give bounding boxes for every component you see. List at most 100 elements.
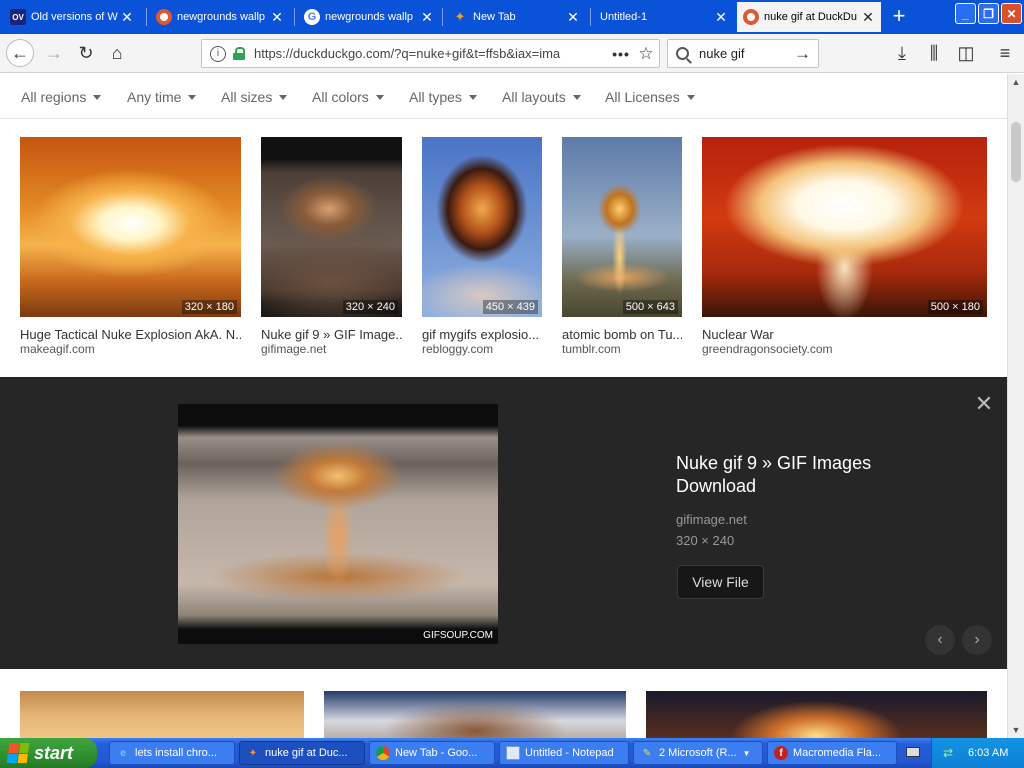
result-image-2[interactable]: 320 × 240 [261, 137, 402, 317]
result-image-5[interactable]: 500 × 180 [702, 137, 987, 317]
result-image-3[interactable]: 450 × 439 [422, 137, 542, 317]
filter-layouts[interactable]: All layouts [502, 89, 581, 105]
keyboard-icon[interactable] [906, 747, 920, 757]
search-icon [676, 47, 689, 60]
result-title[interactable]: Huge Tactical Nuke Explosion AkA. N... [20, 327, 241, 342]
result-source[interactable]: gifimage.net [261, 342, 326, 356]
taskbar-item-ie[interactable]: e lets install chro... [109, 741, 235, 765]
url-text[interactable]: https://duckduckgo.com/?q=nuke+gif&t=ffs… [254, 46, 609, 61]
start-button[interactable]: start [0, 738, 97, 768]
scrollbar-thumb[interactable] [1011, 122, 1021, 182]
caret-down-icon [468, 95, 477, 100]
image-dimensions: 320 × 240 [342, 300, 398, 314]
view-file-button[interactable]: View File [677, 565, 764, 599]
filter-bar: All regions Any time All sizes All color… [0, 74, 1007, 119]
chrome-icon [376, 746, 390, 760]
taskbar-item-notepad[interactable]: Untitled - Notepad [499, 741, 629, 765]
image-dimensions: 450 × 439 [482, 300, 538, 314]
back-arrow-icon[interactable]: ← [6, 39, 34, 67]
browser-search-bar[interactable]: nuke gif → [667, 39, 819, 68]
restore-window-icon[interactable]: ❐ [978, 3, 999, 24]
image-dimensions: 320 × 180 [181, 300, 237, 314]
taskbar-item-label: Macromedia Fla... [793, 747, 882, 759]
search-input[interactable]: nuke gif [699, 46, 794, 61]
result-source[interactable]: makeagif.com [20, 342, 95, 356]
url-bar[interactable]: i https://duckduckgo.com/?q=nuke+gif&t=f… [201, 39, 660, 68]
download-icon[interactable]: ⤓ [888, 39, 916, 67]
image-dimensions: 500 × 180 [927, 300, 983, 314]
result-source[interactable]: greendragonsociety.com [702, 342, 833, 356]
taskbar-item-firefox[interactable]: ✦ nuke gif at Duc... [239, 741, 365, 765]
scroll-up-arrow-icon[interactable]: ▲ [1008, 74, 1024, 90]
taskbar-item-chrome[interactable]: New Tab - Goo... [369, 741, 495, 765]
close-tab-icon[interactable]: ✕ [420, 9, 434, 26]
group-caret-icon: ▼ [742, 748, 751, 758]
tab-nuke-gif-active[interactable]: nuke gif at DuckDu ✕ [737, 2, 881, 32]
caret-down-icon [279, 95, 288, 100]
tab-newgrounds-ddg[interactable]: newgrounds wallp ✕ [150, 2, 290, 32]
close-window-icon[interactable]: ✕ [1001, 3, 1022, 24]
taskbar-item-label: lets install chro... [135, 747, 217, 759]
close-tab-icon[interactable]: ✕ [120, 9, 134, 26]
filter-licenses[interactable]: All Licenses [605, 89, 695, 105]
tab-newgrounds-google[interactable]: G newgrounds wallp ✕ [298, 2, 440, 32]
result-image-7[interactable] [324, 691, 626, 738]
filter-types[interactable]: All types [409, 89, 477, 105]
filter-label: All colors [312, 89, 369, 105]
detail-title[interactable]: Nuke gif 9 » GIF Images Download [676, 452, 916, 498]
tab-title: newgrounds wallp [325, 11, 414, 23]
result-source[interactable]: tumblr.com [562, 342, 621, 356]
forward-arrow-icon[interactable]: → [40, 39, 68, 67]
close-tab-icon[interactable]: ✕ [566, 9, 580, 26]
clock[interactable]: 6:03 AM [968, 747, 1008, 759]
result-title[interactable]: Nuke gif 9 » GIF Image... [261, 327, 402, 342]
filter-time[interactable]: Any time [127, 89, 197, 105]
image-detail-panel: GIFSOUP.COM Nuke gif 9 » GIF Images Down… [0, 377, 1007, 669]
taskbar-item-flash[interactable]: f Macromedia Fla... [767, 741, 897, 765]
library-icon[interactable]: ⫼ [920, 39, 948, 67]
hamburger-menu-icon[interactable]: ≡ [991, 39, 1019, 67]
network-icon[interactable]: ⇄ [940, 745, 956, 761]
filter-sizes[interactable]: All sizes [221, 89, 288, 105]
bookmark-star-icon[interactable]: ☆ [633, 44, 659, 64]
tab-untitled[interactable]: Untitled-1 ✕ [592, 2, 734, 32]
detail-source[interactable]: gifimage.net [676, 512, 747, 527]
info-icon[interactable]: i [210, 45, 226, 62]
previous-image-chevron-icon[interactable]: ‹ [925, 625, 955, 655]
result-image-1[interactable]: 320 × 180 [20, 137, 241, 317]
navigation-toolbar: ← → ↻ ⌂ i https://duckduckgo.com/?q=nuke… [0, 34, 1024, 73]
filter-colors[interactable]: All colors [312, 89, 384, 105]
scroll-down-arrow-icon[interactable]: ▼ [1008, 722, 1024, 738]
browser-tab-bar: OV Old versions of W ✕ newgrounds wallp … [0, 0, 1024, 34]
duckduckgo-favicon-icon [156, 9, 172, 25]
next-image-chevron-icon[interactable]: › [962, 625, 992, 655]
vertical-scrollbar[interactable]: ▲ ▼ [1007, 74, 1024, 738]
filter-regions[interactable]: All regions [21, 89, 102, 105]
result-image-6[interactable] [20, 691, 304, 738]
caret-down-icon [93, 95, 102, 100]
windows-logo-icon [6, 743, 30, 763]
taskbar-item-paint[interactable]: ✎ 2 Microsoft (R... ▼ [633, 741, 763, 765]
close-icon[interactable]: ✕ [974, 393, 994, 415]
result-image-4[interactable]: 500 × 643 [562, 137, 682, 317]
windows-taskbar: start e lets install chro... ✦ nuke gif … [0, 738, 1024, 768]
result-title[interactable]: Nuclear War [702, 327, 987, 342]
page-actions-ellipsis-icon[interactable]: ••• [609, 46, 633, 62]
tab-old-versions[interactable]: OV Old versions of W ✕ [4, 2, 140, 32]
result-image-8[interactable] [646, 691, 987, 738]
minimize-window-icon[interactable]: _ [955, 3, 976, 24]
reload-icon[interactable]: ↻ [72, 39, 100, 67]
sidebar-icon[interactable]: ◫ [952, 39, 980, 67]
home-icon[interactable]: ⌂ [103, 39, 131, 67]
close-tab-icon[interactable]: ✕ [714, 9, 728, 26]
firefox-icon: ✦ [248, 747, 258, 759]
new-tab-plus-icon[interactable]: + [888, 5, 910, 28]
result-title[interactable]: atomic bomb on Tu... [562, 327, 682, 342]
close-tab-icon[interactable]: ✕ [861, 9, 875, 26]
search-go-arrow-icon[interactable]: → [794, 44, 818, 64]
tab-new-tab[interactable]: ✦ New Tab ✕ [446, 2, 586, 32]
result-title[interactable]: gif mygifs explosio... [422, 327, 542, 342]
result-source[interactable]: rebloggy.com [422, 342, 493, 356]
detail-image[interactable]: GIFSOUP.COM [178, 404, 498, 644]
close-tab-icon[interactable]: ✕ [270, 9, 284, 26]
